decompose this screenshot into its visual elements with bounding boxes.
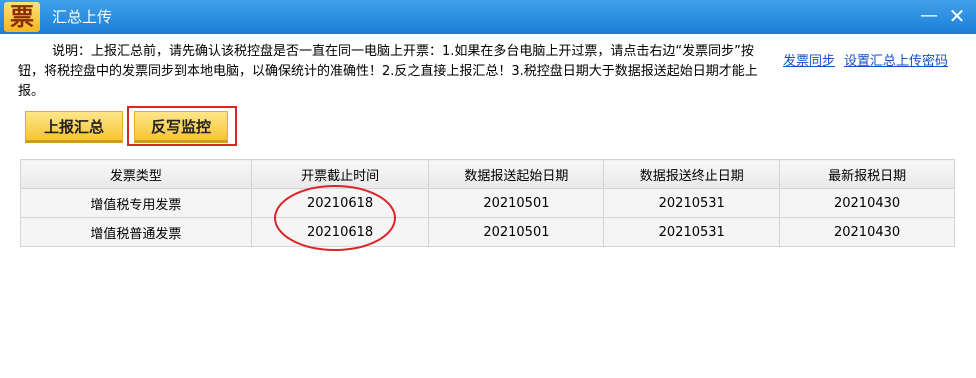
cell-invoice-type: 增值税普通发票 bbox=[20, 217, 252, 247]
minimize-button[interactable]: — bbox=[916, 0, 942, 34]
header-report-end-date[interactable]: 数据报送终止日期 bbox=[603, 159, 781, 189]
cell-invoice-type: 增值税专用发票 bbox=[20, 188, 252, 218]
summary-table: 发票类型 开票截止时间 数据报送起始日期 数据报送终止日期 最新报税日期 增值税… bbox=[20, 159, 955, 247]
table-row[interactable]: 增值税专用发票 20210618 20210501 20210531 20210… bbox=[20, 188, 955, 218]
table-header-row: 发票类型 开票截止时间 数据报送起始日期 数据报送终止日期 最新报税日期 bbox=[20, 159, 955, 189]
header-report-start-date[interactable]: 数据报送起始日期 bbox=[428, 159, 605, 189]
cell-report-start-date: 20210501 bbox=[428, 217, 605, 247]
title-bar: 票 汇总上传 — ✕ bbox=[0, 0, 976, 34]
cell-latest-tax-date: 20210430 bbox=[779, 217, 955, 247]
set-upload-password-link[interactable]: 设置汇总上传密码 bbox=[844, 50, 948, 69]
cell-report-start-date: 20210501 bbox=[428, 188, 605, 218]
header-invoice-type[interactable]: 发票类型 bbox=[20, 159, 252, 189]
cell-issue-deadline: 20210618 bbox=[250, 188, 430, 218]
invoice-sync-link[interactable]: 发票同步 bbox=[783, 50, 835, 69]
write-back-monitor-button[interactable]: 反写监控 bbox=[134, 111, 228, 143]
cell-report-end-date: 20210531 bbox=[603, 217, 781, 247]
upload-summary-button[interactable]: 上报汇总 bbox=[25, 111, 123, 143]
header-issue-deadline[interactable]: 开票截止时间 bbox=[250, 159, 430, 189]
table-row[interactable]: 增值税普通发票 20210618 20210501 20210531 20210… bbox=[20, 217, 955, 247]
cell-latest-tax-date: 20210430 bbox=[779, 188, 955, 218]
window-title: 汇总上传 bbox=[52, 8, 113, 26]
instruction-text: 说明：上报汇总前，请先确认该税控盘是否一直在同一电脑上开票：1.如果在多台电脑上… bbox=[18, 44, 758, 99]
close-button[interactable]: ✕ bbox=[944, 0, 970, 34]
cell-issue-deadline: 20210618 bbox=[250, 217, 430, 247]
invoice-app-icon: 票 bbox=[4, 2, 40, 32]
header-latest-tax-date[interactable]: 最新报税日期 bbox=[779, 159, 955, 189]
cell-report-end-date: 20210531 bbox=[603, 188, 781, 218]
